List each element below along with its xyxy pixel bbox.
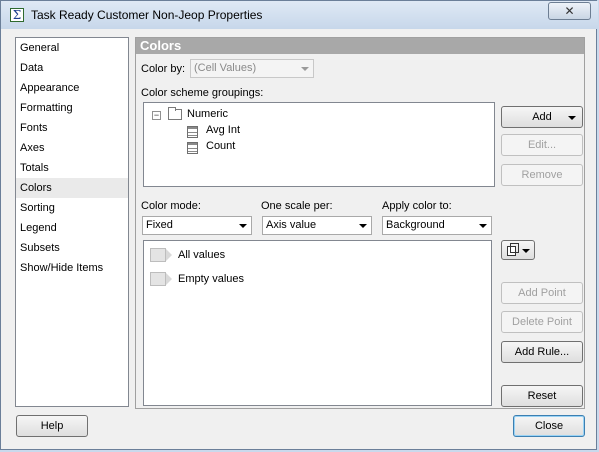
window-title: Task Ready Customer Non-Jeop Properties bbox=[31, 8, 263, 22]
add-point-button[interactable]: Add Point bbox=[501, 282, 583, 304]
rule-arrow-icon bbox=[150, 272, 172, 286]
rule-all-values[interactable]: All values bbox=[178, 249, 225, 261]
measure-icon bbox=[187, 142, 198, 154]
add-button-label: Add bbox=[532, 111, 552, 123]
measure-icon bbox=[187, 126, 198, 138]
title-bar: Σ Task Ready Customer Non-Jeop Propertie… bbox=[1, 1, 598, 29]
color-mode-dropdown[interactable]: Fixed bbox=[142, 216, 252, 235]
folder-icon bbox=[168, 107, 182, 120]
chevron-down-icon bbox=[522, 249, 530, 253]
nav-item-formatting[interactable]: Formatting bbox=[16, 98, 128, 118]
edit-button[interactable]: Edit... bbox=[501, 134, 583, 156]
help-button[interactable]: Help bbox=[16, 415, 88, 437]
close-button[interactable]: Close bbox=[513, 415, 585, 437]
apply-color-label: Apply color to: bbox=[382, 200, 452, 212]
color-by-value: (Cell Values) bbox=[194, 62, 257, 74]
chevron-down-icon bbox=[479, 224, 487, 228]
chevron-down-icon bbox=[568, 116, 576, 120]
collapse-icon[interactable]: − bbox=[152, 111, 161, 120]
groupings-tree: − Numeric Avg Int Count bbox=[143, 102, 495, 187]
one-scale-value: Axis value bbox=[266, 219, 317, 231]
groupings-label: Color scheme groupings: bbox=[141, 87, 264, 99]
tree-node-avg-int[interactable]: Avg Int bbox=[206, 124, 240, 136]
color-by-dropdown[interactable]: (Cell Values) bbox=[190, 59, 314, 78]
nav-item-colors[interactable]: Colors bbox=[16, 178, 128, 198]
panel-heading: Colors bbox=[136, 38, 584, 54]
nav-item-sorting[interactable]: Sorting bbox=[16, 198, 128, 218]
chevron-down-icon bbox=[239, 224, 247, 228]
tree-node-count[interactable]: Count bbox=[206, 140, 235, 152]
remove-button[interactable]: Remove bbox=[501, 164, 583, 186]
window-close-button[interactable]: ✕ bbox=[548, 2, 591, 20]
nav-item-axes[interactable]: Axes bbox=[16, 138, 128, 158]
nav-item-totals[interactable]: Totals bbox=[16, 158, 128, 178]
rule-empty-values[interactable]: Empty values bbox=[178, 273, 244, 285]
delete-point-button[interactable]: Delete Point bbox=[501, 311, 583, 333]
reset-button[interactable]: Reset bbox=[501, 385, 583, 407]
color-by-label: Color by: bbox=[141, 63, 186, 75]
sigma-app-icon: Σ bbox=[10, 8, 24, 22]
nav-item-data[interactable]: Data bbox=[16, 58, 128, 78]
category-list: General Data Appearance Formatting Fonts… bbox=[15, 37, 129, 407]
properties-dialog: Σ Task Ready Customer Non-Jeop Propertie… bbox=[0, 0, 598, 450]
color-mode-label: Color mode: bbox=[141, 200, 201, 212]
colors-panel: Colors Color by: (Cell Values) Color sch… bbox=[135, 37, 585, 409]
nav-item-subsets[interactable]: Subsets bbox=[16, 238, 128, 258]
tree-node-numeric[interactable]: Numeric bbox=[187, 108, 228, 120]
color-mode-value: Fixed bbox=[146, 219, 173, 231]
chevron-down-icon bbox=[359, 224, 367, 228]
copy-menu-button[interactable] bbox=[501, 240, 535, 260]
chevron-down-icon bbox=[301, 67, 309, 71]
add-button[interactable]: Add bbox=[501, 106, 583, 128]
copy-icon bbox=[507, 243, 519, 256]
rule-arrow-icon bbox=[150, 248, 172, 262]
close-icon: ✕ bbox=[564, 4, 575, 18]
one-scale-dropdown[interactable]: Axis value bbox=[262, 216, 372, 235]
color-rules-list: All values Empty values bbox=[143, 240, 492, 406]
nav-item-general[interactable]: General bbox=[16, 38, 128, 58]
one-scale-label: One scale per: bbox=[261, 200, 333, 212]
apply-color-dropdown[interactable]: Background bbox=[382, 216, 492, 235]
add-rule-button[interactable]: Add Rule... bbox=[501, 341, 583, 363]
nav-item-appearance[interactable]: Appearance bbox=[16, 78, 128, 98]
nav-item-legend[interactable]: Legend bbox=[16, 218, 128, 238]
dialog-content: General Data Appearance Formatting Fonts… bbox=[9, 31, 592, 445]
nav-item-fonts[interactable]: Fonts bbox=[16, 118, 128, 138]
apply-color-value: Background bbox=[386, 219, 445, 231]
nav-item-show-hide-items[interactable]: Show/Hide Items bbox=[16, 258, 128, 278]
